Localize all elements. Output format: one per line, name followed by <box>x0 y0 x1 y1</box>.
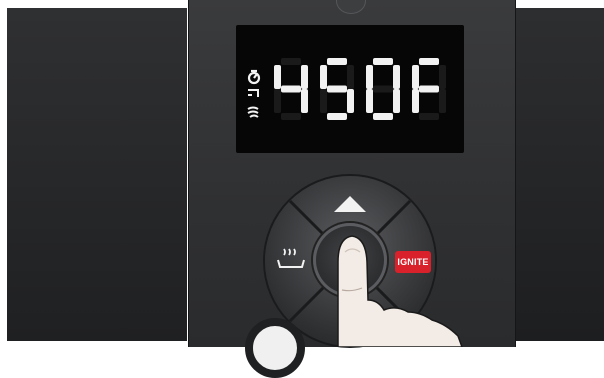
smoke-tray-icon[interactable] <box>275 245 309 279</box>
digit-segment <box>419 113 439 120</box>
digit-segment <box>412 89 419 113</box>
control-knob[interactable] <box>245 318 305 378</box>
right-side-panel <box>514 8 604 341</box>
temperature-display <box>236 25 464 153</box>
digit-segment <box>419 58 439 65</box>
digit-segment <box>419 85 439 93</box>
digit-segment <box>274 89 281 113</box>
left-side-panel <box>7 8 187 341</box>
ignite-label: IGNITE <box>397 257 429 267</box>
digit-segment <box>366 65 373 89</box>
digit-segment <box>366 89 373 113</box>
digit-segment <box>347 65 354 89</box>
digit-segment <box>373 85 393 93</box>
digit-segment <box>439 65 446 89</box>
up-button[interactable] <box>315 182 385 220</box>
digit-segment <box>301 65 308 89</box>
digit-segment <box>393 65 400 89</box>
digit-segment <box>439 89 446 113</box>
digit-segment <box>281 85 301 93</box>
dpad-divider <box>288 284 327 323</box>
select-button[interactable] <box>313 223 387 297</box>
grill-control-scene: IGNITE <box>0 0 604 378</box>
digit-segment <box>373 58 393 65</box>
digit-segment <box>327 58 347 65</box>
digit-segment <box>301 89 308 113</box>
digit-segment <box>327 113 347 120</box>
digit-segment <box>412 65 419 89</box>
digit-group <box>274 58 446 120</box>
digit-segment <box>327 85 347 93</box>
digit-segment <box>393 89 400 113</box>
display-svg <box>247 58 446 120</box>
digit-segment <box>373 113 393 120</box>
up-arrow-icon <box>334 196 366 212</box>
timer-icon <box>247 69 261 85</box>
dpad-divider <box>373 284 412 323</box>
digit-segment <box>281 113 301 120</box>
smoke-icon <box>247 106 259 118</box>
digit-segment <box>320 89 327 113</box>
probe-icon <box>248 89 259 97</box>
digit-segment <box>320 65 327 89</box>
digit-segment <box>281 58 301 65</box>
digit-segment <box>347 89 354 113</box>
digit-segment <box>274 65 281 89</box>
ignite-button[interactable]: IGNITE <box>395 251 431 273</box>
